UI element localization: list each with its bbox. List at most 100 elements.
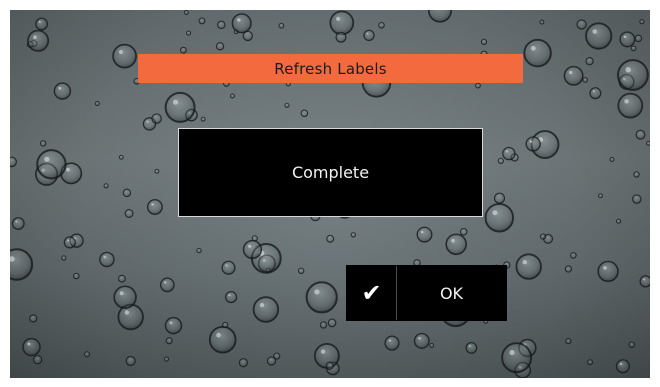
raindrop [617, 92, 644, 119]
raindrop-highlight [237, 18, 241, 22]
raindrop [36, 149, 67, 180]
raindrop [208, 325, 237, 354]
raindrop-highlight [118, 49, 123, 55]
raindrop [124, 209, 134, 218]
raindrop [22, 337, 41, 357]
raindrop [325, 361, 334, 370]
raindrop [305, 281, 338, 314]
raindrop [164, 316, 183, 335]
raindrop-highlight [592, 90, 595, 93]
raindrop [335, 31, 347, 43]
screen-frame: Refresh Labels Complete ✔ OK [0, 0, 660, 387]
raindrop [224, 290, 238, 304]
raindrop [429, 343, 435, 348]
raindrop [186, 30, 192, 36]
raindrop [539, 233, 547, 240]
raindrop [112, 43, 137, 69]
raindrop-highlight [164, 281, 167, 284]
raindrop-highlight [492, 210, 498, 216]
raindrop-highlight [625, 67, 631, 73]
raindrop-highlight [58, 86, 62, 90]
raindrop-highlight [509, 349, 515, 356]
raindrop [502, 146, 516, 161]
raindrop [646, 140, 650, 146]
raindrop-highlight [103, 255, 106, 259]
raindrop-highlight [33, 35, 37, 39]
raindrop-highlight [169, 321, 173, 325]
raindrop [497, 157, 504, 165]
raindrop [475, 82, 481, 89]
raindrop [284, 102, 290, 108]
raindrop [252, 296, 280, 323]
raindrop [122, 188, 132, 198]
raindrop [564, 265, 573, 273]
raindrop [413, 332, 430, 349]
raindrop-highlight [172, 99, 179, 105]
raindrop [615, 359, 630, 374]
raindrop-highlight [314, 289, 320, 295]
raindrop [350, 232, 356, 238]
raindrop [159, 277, 175, 293]
raindrop-highlight [530, 45, 536, 51]
raindrop [217, 20, 226, 30]
raindrop [165, 337, 173, 345]
raindrop-highlight [248, 244, 252, 248]
raindrop-highlight [418, 337, 421, 340]
raindrop [539, 19, 545, 25]
raindrop [525, 136, 541, 152]
raindrop [164, 91, 196, 123]
raindrop-highlight [505, 150, 508, 153]
raindrop [563, 65, 584, 86]
raindrop [196, 247, 202, 254]
status-message-box: Complete [178, 128, 483, 217]
raindrop [238, 358, 248, 368]
raindrop [242, 239, 263, 260]
raindrop [639, 19, 645, 25]
raindrop [501, 342, 533, 374]
raindrop [634, 34, 643, 43]
raindrop-highlight [366, 32, 369, 35]
ok-button[interactable]: ✔ OK [346, 265, 507, 321]
raindrop-highlight [619, 362, 623, 366]
raindrop [609, 157, 615, 162]
raindrop [117, 274, 126, 283]
raindrop [163, 356, 170, 362]
raindrop [576, 19, 587, 30]
raindrop [585, 57, 594, 66]
raindrop [35, 17, 49, 31]
raindrop-highlight [623, 35, 627, 39]
raindrop [103, 183, 109, 189]
raindrop-highlight [624, 99, 629, 104]
raindrop [72, 272, 80, 280]
raindrop [221, 260, 236, 275]
raindrop [585, 22, 613, 50]
raindrop-highlight [146, 120, 149, 123]
raindrop [515, 253, 542, 280]
raindrop-highlight [529, 140, 533, 143]
raindrop-highlight [522, 260, 527, 265]
raindrop [523, 38, 552, 68]
raindrop [617, 59, 649, 91]
raindrop-highlight [259, 302, 265, 308]
raindrop-highlight [228, 294, 231, 297]
raindrop [222, 321, 229, 329]
raindrop [635, 129, 646, 140]
raindrop-highlight [124, 310, 129, 315]
raindrop-highlight [66, 167, 70, 172]
raindrop-highlight [67, 239, 69, 242]
raindrop [278, 22, 285, 29]
raindrop-highlight [15, 220, 18, 223]
raindrop [480, 38, 488, 45]
raindrop [632, 194, 642, 204]
dialog-title: Refresh Labels [274, 59, 387, 78]
raindrop [200, 116, 206, 122]
raindrop [84, 351, 90, 358]
raindrop [146, 199, 163, 215]
raindrop [266, 356, 277, 366]
raindrop [230, 93, 235, 99]
raindrop-highlight [225, 264, 228, 267]
raindrop [198, 17, 206, 25]
raindrop [94, 101, 100, 106]
raindrop [125, 355, 136, 367]
raindrop [63, 236, 76, 249]
